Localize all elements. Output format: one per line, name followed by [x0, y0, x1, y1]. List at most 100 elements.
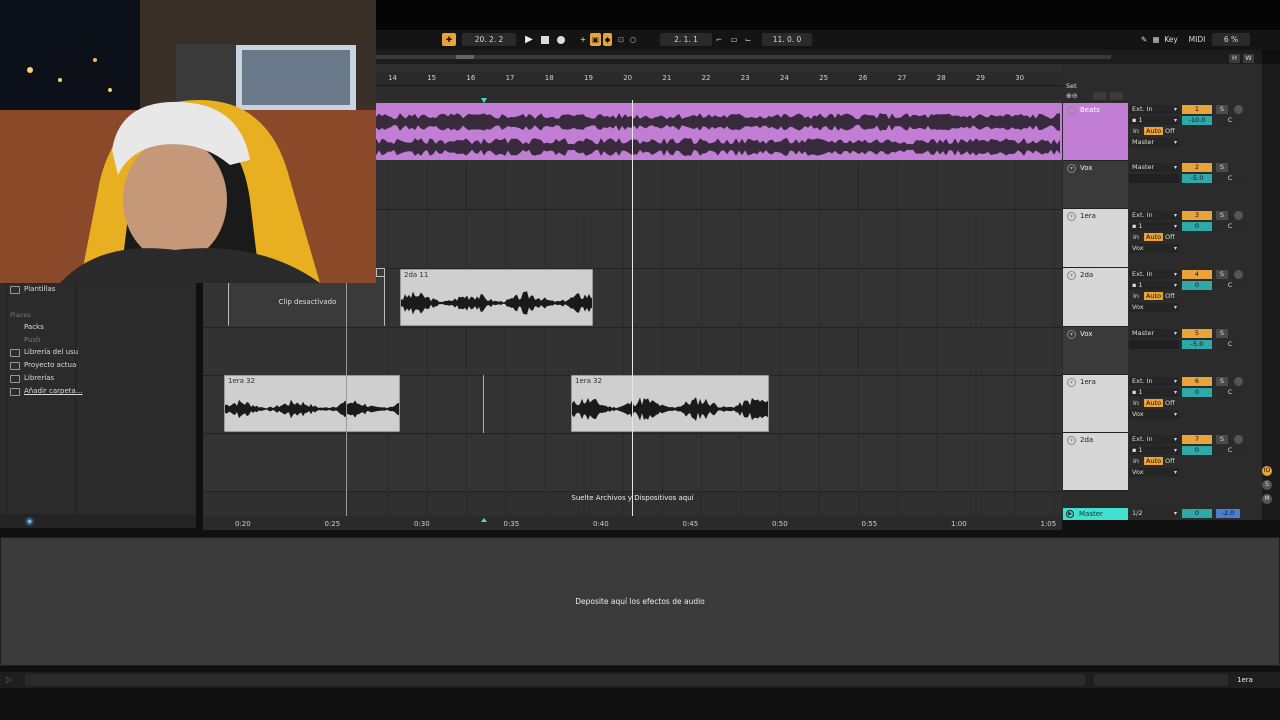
browser-push[interactable]: Push	[24, 336, 41, 344]
track-volume[interactable]: 0	[1182, 281, 1212, 290]
fold-icon[interactable]: ▾	[1067, 378, 1076, 387]
input-type-select[interactable]: Ext. In ▾	[1129, 377, 1179, 386]
lock-icon[interactable]	[1110, 92, 1123, 100]
output-select[interactable]: Vox ▾	[1129, 244, 1179, 253]
track-header-vox[interactable]: ▾ Vox	[1063, 161, 1128, 209]
loop-start-field[interactable]: 2. 1. 1	[660, 33, 712, 46]
track-activator[interactable]: 5	[1182, 329, 1212, 338]
track-volume[interactable]: -5.0	[1182, 174, 1212, 183]
solo-button[interactable]: S	[1216, 435, 1228, 444]
monitor-in-button[interactable]: In	[1131, 457, 1142, 465]
input-type-select[interactable]: Ext. In ▾	[1129, 270, 1179, 279]
track-pan[interactable]: C	[1216, 116, 1244, 125]
status-play-icon[interactable]: ▷	[6, 675, 12, 684]
output-select[interactable]: Vox ▾	[1129, 468, 1179, 477]
monitor-off-button[interactable]: Off	[1163, 399, 1177, 407]
master-volume[interactable]: 0	[1182, 509, 1212, 518]
input-channel-select[interactable]: ▪ 1 ▾	[1129, 446, 1179, 455]
metronome-icon[interactable]: ✚	[442, 33, 456, 46]
arm-record-icon[interactable]	[1234, 105, 1243, 114]
input-channel-select[interactable]: ▪ 1 ▾	[1129, 222, 1179, 231]
loop-length-field[interactable]: 11. 0. 0	[762, 33, 812, 46]
arm-record-icon[interactable]	[1234, 270, 1243, 279]
input-type-select[interactable]: Master ▾	[1129, 163, 1179, 172]
io-toggle-icon[interactable]: IO	[1262, 466, 1272, 476]
monitor-auto-button[interactable]: Auto	[1144, 127, 1164, 135]
track-header-vox[interactable]: ▾ Vox	[1063, 327, 1128, 375]
keyboard-icon[interactable]: ▦	[1151, 33, 1161, 46]
solo-button[interactable]: S	[1216, 105, 1228, 114]
track-header-beats[interactable]: ▾ Beats	[1063, 103, 1128, 161]
clip-1era-32[interactable]: 1era 32	[224, 375, 400, 432]
arm-record-icon[interactable]	[1234, 211, 1243, 220]
track-activator[interactable]: 1	[1182, 105, 1212, 114]
monitor-in-button[interactable]: In	[1131, 127, 1142, 135]
master-track-header[interactable]: ▶ Master	[1063, 508, 1128, 520]
track-activator[interactable]: 3	[1182, 211, 1212, 220]
track-pan[interactable]: C	[1216, 222, 1244, 231]
input-type-select[interactable]: Ext. In ▾	[1129, 435, 1179, 444]
loop-icon[interactable]: ○	[628, 33, 638, 46]
right-scroll-bar[interactable]	[1262, 64, 1280, 520]
track-activator[interactable]: 7	[1182, 435, 1212, 444]
solo-button[interactable]: S	[1216, 211, 1228, 220]
locator-lane[interactable]	[376, 86, 1062, 100]
solo-button[interactable]: S	[1216, 329, 1228, 338]
arm-record-icon[interactable]	[1234, 435, 1243, 444]
punch-out-icon[interactable]: ⌙	[743, 33, 753, 46]
sends-toggle-icon[interactable]: S	[1262, 480, 1272, 490]
fold-all-icon[interactable]: ⊕⊖	[1066, 92, 1078, 100]
fold-icon[interactable]: ▾	[1067, 106, 1076, 115]
preview-icon[interactable]: ◉	[25, 517, 34, 526]
monitor-off-button[interactable]: Off	[1163, 127, 1177, 135]
track-header-1era[interactable]: ▾ 1era	[1063, 209, 1128, 268]
track-activator[interactable]: 2	[1182, 163, 1212, 172]
fold-icon[interactable]: ▾	[1067, 271, 1076, 280]
track-pan[interactable]: C	[1216, 340, 1244, 349]
clip-2da-11[interactable]: 2da 11	[400, 269, 593, 326]
browser-packs[interactable]: Packs	[24, 323, 44, 331]
beat-ruler[interactable]	[376, 72, 1062, 86]
track-header-2da[interactable]: ▾ 2da	[1063, 268, 1128, 327]
arrangement-position[interactable]: 20. 2. 2	[462, 33, 516, 46]
master-routing[interactable]: 1/2 ▾	[1129, 509, 1179, 518]
track-activator[interactable]: 4	[1182, 270, 1212, 279]
monitor-off-button[interactable]: Off	[1163, 292, 1177, 300]
monitor-auto-button[interactable]: Auto	[1144, 457, 1164, 465]
record-icon[interactable]	[555, 33, 566, 46]
track-volume[interactable]: -10.0	[1182, 116, 1212, 125]
automation-arm-icon[interactable]: ▣	[590, 33, 601, 46]
track-pan[interactable]: C	[1216, 388, 1244, 397]
monitor-off-button[interactable]: Off	[1163, 233, 1177, 241]
fold-icon[interactable]: ▾	[1067, 212, 1076, 221]
arm-record-icon[interactable]	[1234, 377, 1243, 386]
track-header-1era[interactable]: ▾ 1era	[1063, 375, 1128, 433]
monitor-auto-button[interactable]: Auto	[1144, 399, 1164, 407]
mixer-toggle-icon[interactable]: M	[1262, 494, 1272, 504]
browser-add-folder[interactable]: Añadir carpeta...	[24, 387, 82, 395]
fold-icon[interactable]: ▾	[1067, 436, 1076, 445]
solo-button[interactable]: S	[1216, 270, 1228, 279]
monitor-in-button[interactable]: In	[1131, 233, 1142, 241]
punch-in-icon[interactable]: ⌐	[714, 33, 724, 46]
browser-current-project[interactable]: Proyecto actua	[24, 361, 76, 369]
track-volume[interactable]: 0	[1182, 222, 1212, 231]
monitor-auto-button[interactable]: Auto	[1144, 233, 1164, 241]
input-type-select[interactable]: Ext. In ▾	[1129, 211, 1179, 220]
track-volume[interactable]: 0	[1182, 446, 1212, 455]
input-channel-select[interactable]: ▪ 1 ▾	[1129, 388, 1179, 397]
beats-clip[interactable]	[376, 103, 1062, 160]
track-pan[interactable]: C	[1216, 174, 1244, 183]
track-header-2da[interactable]: ▾ 2da	[1063, 433, 1128, 491]
input-type-select[interactable]: Ext. In ▾	[1129, 105, 1179, 114]
track-pan[interactable]: C	[1216, 281, 1244, 290]
output-select[interactable]: Master ▾	[1129, 138, 1179, 147]
browser-libraries[interactable]: Librerías	[24, 374, 54, 382]
midi-map-button[interactable]: MIDI	[1186, 33, 1208, 46]
track-volume[interactable]: 0	[1182, 388, 1212, 397]
capture-icon[interactable]: ⊡	[616, 33, 626, 46]
solo-button[interactable]: S	[1216, 163, 1228, 172]
loop-switch-icon[interactable]: ▭	[728, 33, 740, 46]
session-record-icon[interactable]: ◆	[603, 33, 612, 46]
browser-templates[interactable]: Plantillas	[24, 285, 55, 293]
